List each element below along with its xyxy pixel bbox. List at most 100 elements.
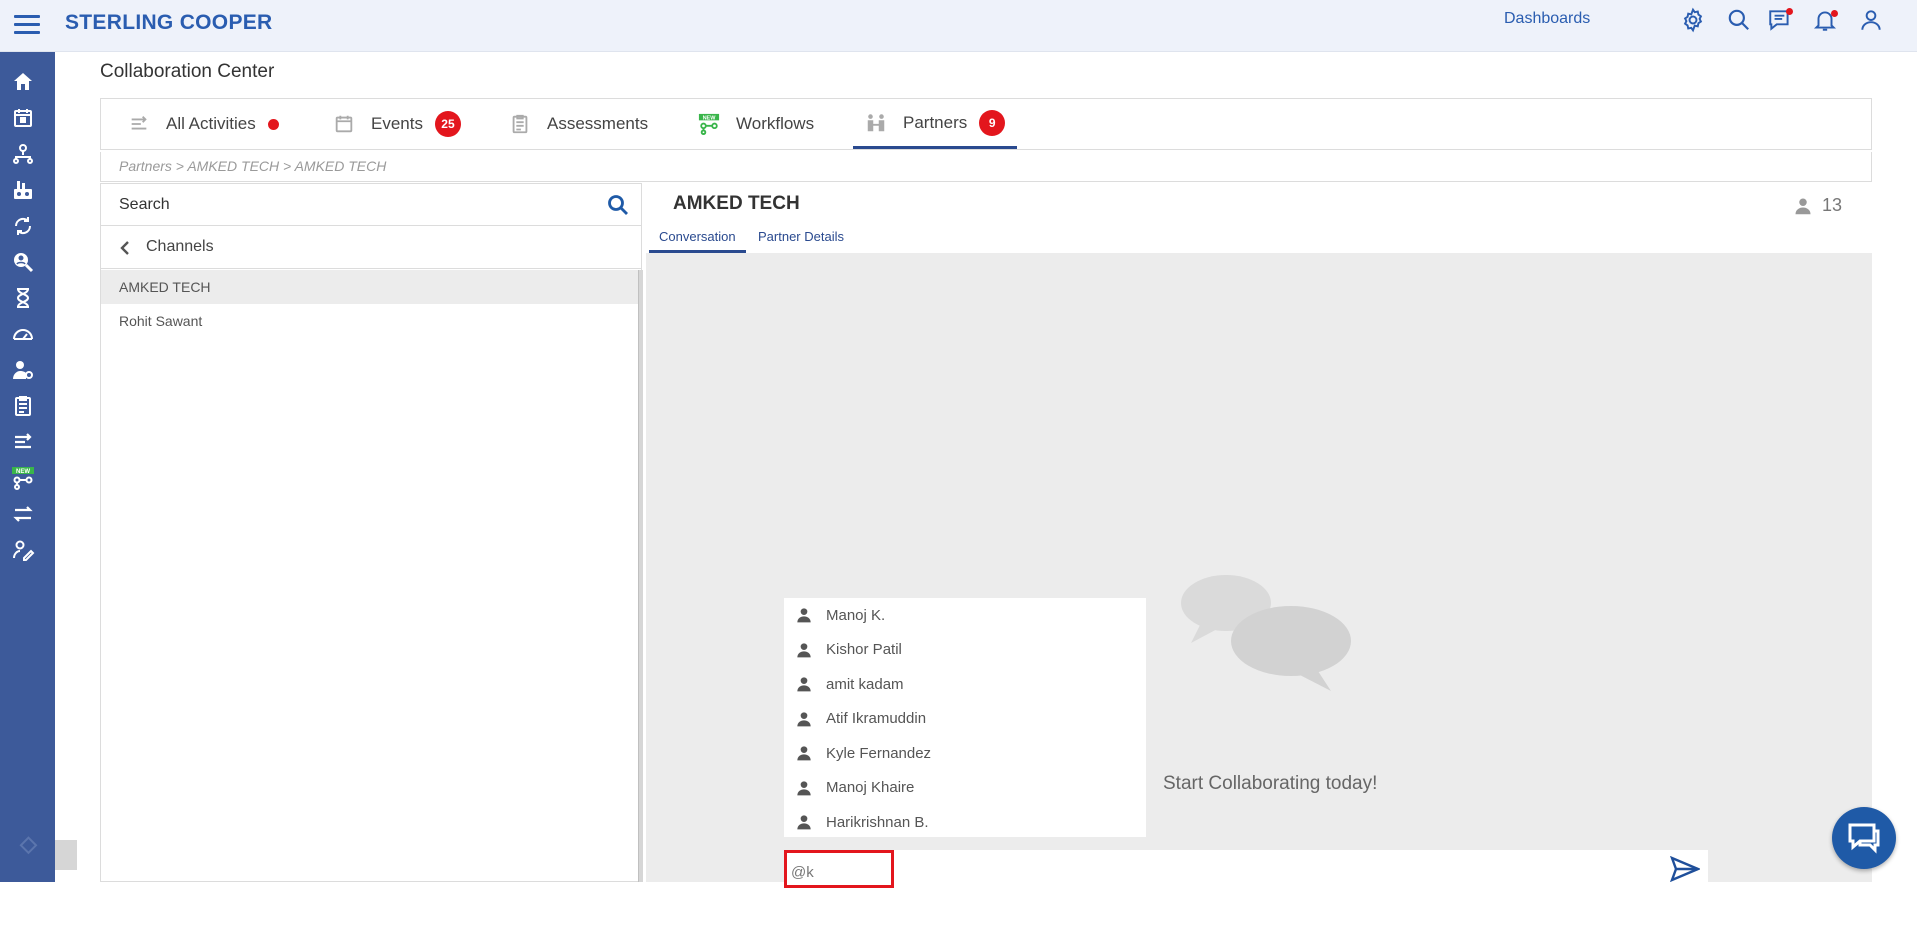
notifications-icon[interactable]: [1812, 7, 1838, 33]
channel-list-scrollbar[interactable]: [638, 270, 643, 882]
channel-item[interactable]: AMKED TECH: [101, 270, 638, 304]
empty-state-text: Start Collaborating today!: [1163, 773, 1378, 794]
hamburger-menu-icon[interactable]: [14, 12, 40, 36]
calendar-icon: [333, 113, 355, 135]
partners-count-badge: 9: [979, 109, 1006, 136]
mention-item[interactable]: Harikrishnan B.: [784, 805, 1146, 837]
hourglass-icon[interactable]: [11, 286, 35, 310]
search-person-icon[interactable]: [11, 250, 35, 274]
mention-item[interactable]: Manoj K.: [784, 598, 1146, 633]
send-icon[interactable]: [1669, 855, 1702, 883]
person-icon: [797, 677, 811, 692]
mention-name: Kishor Patil: [826, 641, 902, 659]
breadcrumb[interactable]: Partners > AMKED TECH > AMKED TECH: [100, 152, 1872, 182]
svg-text:NEW: NEW: [16, 469, 30, 475]
mention-item[interactable]: Kishor Patil: [784, 633, 1146, 668]
channels-back-button[interactable]: Channels: [101, 227, 641, 269]
vendor-icon[interactable]: [11, 178, 35, 202]
mention-name: amit kadam: [826, 675, 904, 693]
mention-name: Manoj Khaire: [826, 779, 915, 797]
message-input[interactable]: [784, 850, 894, 888]
tab-partner-details[interactable]: Partner Details: [748, 219, 854, 253]
chat-bubbles-icon: [1181, 575, 1351, 691]
home-icon[interactable]: [11, 70, 35, 94]
mention-name: Harikrishnan B.: [826, 813, 929, 831]
page-title: Collaboration Center: [100, 61, 275, 82]
person-icon: [797, 815, 811, 830]
compose-bar: [784, 850, 1708, 888]
search-icon[interactable]: [1726, 7, 1752, 33]
watermark-logo-icon: ◇: [17, 832, 42, 857]
gauge-icon[interactable]: [11, 322, 35, 346]
user-settings-icon[interactable]: [11, 358, 35, 382]
mention-item[interactable]: Manoj Khaire: [784, 771, 1146, 806]
horizontal-scroll-fragment: [55, 840, 77, 870]
page-scrollbar[interactable]: [1902, 52, 1917, 882]
channels-label: Channels: [146, 238, 214, 255]
workflow-new-icon[interactable]: NEW: [11, 466, 35, 490]
cycle-icon[interactable]: [11, 214, 35, 238]
clipboard-icon[interactable]: [11, 394, 35, 418]
channel-search-input[interactable]: [119, 192, 589, 218]
dashboards-link[interactable]: Dashboards: [1504, 10, 1590, 28]
calendar-icon[interactable]: [11, 106, 35, 130]
conversation-panel: AMKED TECH 13 Conversation Partner Detai…: [646, 183, 1872, 888]
clipboard-icon: [509, 113, 531, 135]
tab-workflows[interactable]: NEW Workflows: [698, 99, 814, 149]
partners-icon: [865, 112, 887, 134]
person-icon: [797, 746, 811, 761]
tab-partners[interactable]: Partners 9: [853, 99, 1017, 149]
tab-all-activities[interactable]: All Activities: [128, 99, 289, 149]
activity-indicator-dot: [267, 118, 279, 130]
person-icon: [797, 781, 811, 796]
person-icon: [797, 608, 811, 623]
messages-icon[interactable]: [1767, 7, 1793, 33]
search-icon[interactable]: [606, 193, 630, 217]
tab-label: Partners: [903, 112, 968, 132]
mention-name: Kyle Fernandez: [826, 744, 932, 762]
channel-list: AMKED TECH Rohit Sawant: [101, 270, 638, 338]
user-icon[interactable]: [1858, 7, 1884, 33]
member-count[interactable]: 13: [1794, 195, 1842, 216]
tab-label: All Activities: [166, 114, 256, 133]
notifications-unread-dot: [1831, 10, 1838, 17]
channels-panel: Channels AMKED TECH Rohit Sawant: [100, 183, 643, 882]
main-tabbar: All Activities Events 25 Assessments NEW…: [100, 98, 1872, 150]
chevron-left-icon: [120, 241, 129, 255]
tab-label: Assessments: [547, 114, 649, 133]
org-chart-icon[interactable]: [11, 142, 35, 166]
mention-item[interactable]: amit kadam: [784, 667, 1146, 702]
left-sidebar: NEW ◇: [0, 52, 55, 882]
mention-item[interactable]: Atif Ikramuddin: [784, 702, 1146, 737]
channel-item[interactable]: Rohit Sawant: [101, 304, 638, 338]
workflow-new-icon: NEW: [698, 113, 720, 135]
tab-label: Workflows: [736, 114, 815, 133]
list-transfer-icon[interactable]: [11, 430, 35, 454]
conversation-area: Start Collaborating today! Manoj K. Kish…: [646, 253, 1872, 888]
tab-assessments[interactable]: Assessments: [509, 99, 648, 149]
settings-icon[interactable]: [1680, 7, 1706, 33]
person-icon: [1795, 198, 1811, 214]
channel-search-row: [101, 184, 641, 226]
tab-conversation[interactable]: Conversation: [649, 219, 746, 253]
member-count-value: 13: [1822, 195, 1843, 215]
swap-arrows-icon[interactable]: [11, 502, 35, 526]
messages-unread-dot: [1786, 8, 1793, 15]
mention-name: Atif Ikramuddin: [826, 710, 927, 728]
events-count-badge: 25: [434, 111, 461, 137]
person-icon: [797, 643, 811, 658]
mention-suggestion-list: Manoj K. Kishor Patil amit kadam Atif Ik…: [784, 598, 1146, 837]
chat-icon: [1848, 823, 1880, 854]
conversation-title: AMKED TECH: [673, 193, 800, 214]
mention-name: Manoj K.: [826, 606, 886, 624]
pen-user-icon[interactable]: [11, 538, 35, 562]
tab-events[interactable]: Events 25: [333, 99, 461, 149]
brand-logo: STERLING COOPER: [65, 11, 273, 34]
person-icon: [797, 712, 811, 727]
activities-icon: [128, 113, 150, 135]
mention-item[interactable]: Kyle Fernandez: [784, 736, 1146, 771]
tab-label: Events: [371, 114, 423, 133]
top-bar: STERLING COOPER Dashboards: [0, 0, 1917, 52]
chat-support-button[interactable]: [1832, 807, 1896, 869]
new-tag-text: NEW: [703, 115, 717, 121]
